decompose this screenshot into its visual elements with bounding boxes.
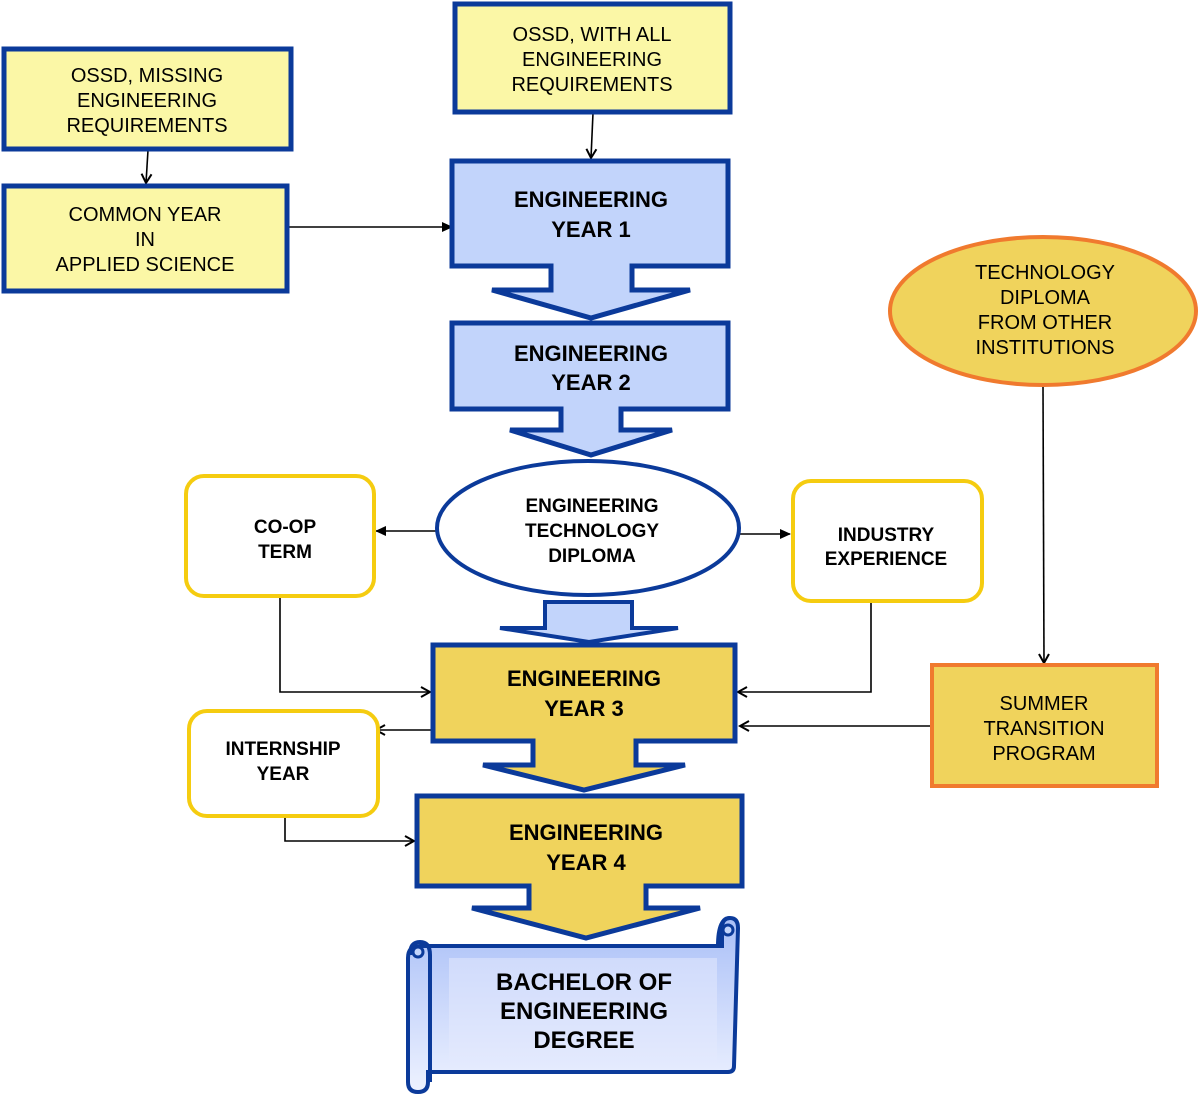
node-summer-transition: SUMMER TRANSITION PROGRAM bbox=[930, 663, 1159, 788]
node-label-line: REQUIREMENTS bbox=[66, 115, 227, 137]
edge-ossd-missing-to-common-year bbox=[146, 149, 148, 183]
edge-industry-to-year3 bbox=[738, 598, 872, 692]
node-label-line: ENGINEERING bbox=[507, 666, 661, 691]
flowchart-canvas: OSSD, MISSING ENGINEERING REQUIREMENTS C… bbox=[1, 1, 1198, 1095]
node-label-line: DIPLOMA bbox=[1000, 287, 1091, 309]
node-label-line: ENGINEERING bbox=[509, 820, 663, 845]
node-label-line: TRANSITION bbox=[983, 718, 1104, 740]
node-label-line: INSTITUTIONS bbox=[976, 337, 1115, 359]
node-label-line: SUMMER bbox=[1000, 693, 1089, 715]
node-ossd-missing: OSSD, MISSING ENGINEERING REQUIREMENTS bbox=[1, 46, 294, 152]
edge-ossd-all-to-year1 bbox=[591, 112, 593, 158]
node-label-line: ENGINEERING bbox=[500, 998, 668, 1025]
node-common-year: COMMON YEAR IN APPLIED SCIENCE bbox=[1, 183, 290, 294]
node-eng-year-2: ENGINEERING YEAR 2 bbox=[449, 320, 731, 458]
node-label-line: YEAR 2 bbox=[551, 370, 630, 395]
node-label-line: ENGINEERING bbox=[514, 187, 668, 212]
node-eng-year-3: ENGINEERING YEAR 3 bbox=[430, 642, 738, 793]
node-label-line: INDUSTRY bbox=[838, 525, 935, 546]
node-label-line: CO-OP bbox=[254, 517, 317, 538]
node-eng-year-1: ENGINEERING YEAR 1 bbox=[449, 158, 731, 321]
node-eng-year-4: ENGINEERING YEAR 4 bbox=[414, 793, 745, 941]
node-label-line: REQUIREMENTS bbox=[511, 74, 672, 96]
node-label-line: ENGINEERING bbox=[525, 496, 658, 517]
node-label-line: YEAR 4 bbox=[546, 850, 626, 875]
node-label-line: EXPERIENCE bbox=[825, 549, 947, 570]
node-coop-term: CO-OP TERM bbox=[184, 474, 376, 598]
node-label-line: ENGINEERING bbox=[514, 341, 668, 366]
node-label-line: TECHNOLOGY bbox=[975, 262, 1115, 284]
node-label-line: OSSD, WITH ALL bbox=[513, 24, 672, 46]
node-label-line: TECHNOLOGY bbox=[525, 521, 659, 542]
node-bachelor-degree: BACHELOR OF ENGINEERING DEGREE bbox=[406, 915, 741, 1095]
node-label-line: YEAR bbox=[257, 764, 310, 785]
node-label-line: INTERNSHIP bbox=[225, 739, 340, 760]
block-arrow-diploma-to-year3 bbox=[499, 600, 679, 645]
node-label-line: ENGINEERING bbox=[522, 49, 662, 71]
node-label-line: FROM OTHER bbox=[978, 312, 1112, 334]
node-label-line: APPLIED SCIENCE bbox=[56, 254, 235, 276]
node-ossd-all: OSSD, WITH ALL ENGINEERING REQUIREMENTS bbox=[452, 1, 733, 115]
edge-internship-to-year4 bbox=[284, 817, 414, 841]
node-label-line: DEGREE bbox=[533, 1027, 634, 1054]
node-label-line: BACHELOR OF bbox=[496, 969, 672, 996]
node-label-line: IN bbox=[135, 229, 155, 251]
node-label-line: PROGRAM bbox=[992, 743, 1095, 765]
node-label-line: COMMON YEAR bbox=[69, 204, 222, 226]
edge-coop-to-year3 bbox=[279, 597, 430, 692]
node-label-line: DIPLOMA bbox=[548, 546, 636, 567]
node-label-line: TERM bbox=[258, 542, 312, 563]
node-eng-tech-diploma: ENGINEERING TECHNOLOGY DIPLOMA bbox=[435, 459, 741, 597]
node-internship-year: INTERNSHIP YEAR bbox=[187, 709, 380, 818]
node-label-line: YEAR 1 bbox=[551, 217, 630, 242]
node-label-line: YEAR 3 bbox=[544, 696, 623, 721]
node-industry-experience: INDUSTRY EXPERIENCE bbox=[791, 479, 984, 603]
node-tech-diploma-other: TECHNOLOGY DIPLOMA FROM OTHER INSTITUTIO… bbox=[888, 235, 1198, 387]
node-label-line: ENGINEERING bbox=[77, 90, 217, 112]
edge-tech-diploma-to-summer bbox=[1043, 385, 1044, 663]
node-label-line: OSSD, MISSING bbox=[71, 65, 223, 87]
